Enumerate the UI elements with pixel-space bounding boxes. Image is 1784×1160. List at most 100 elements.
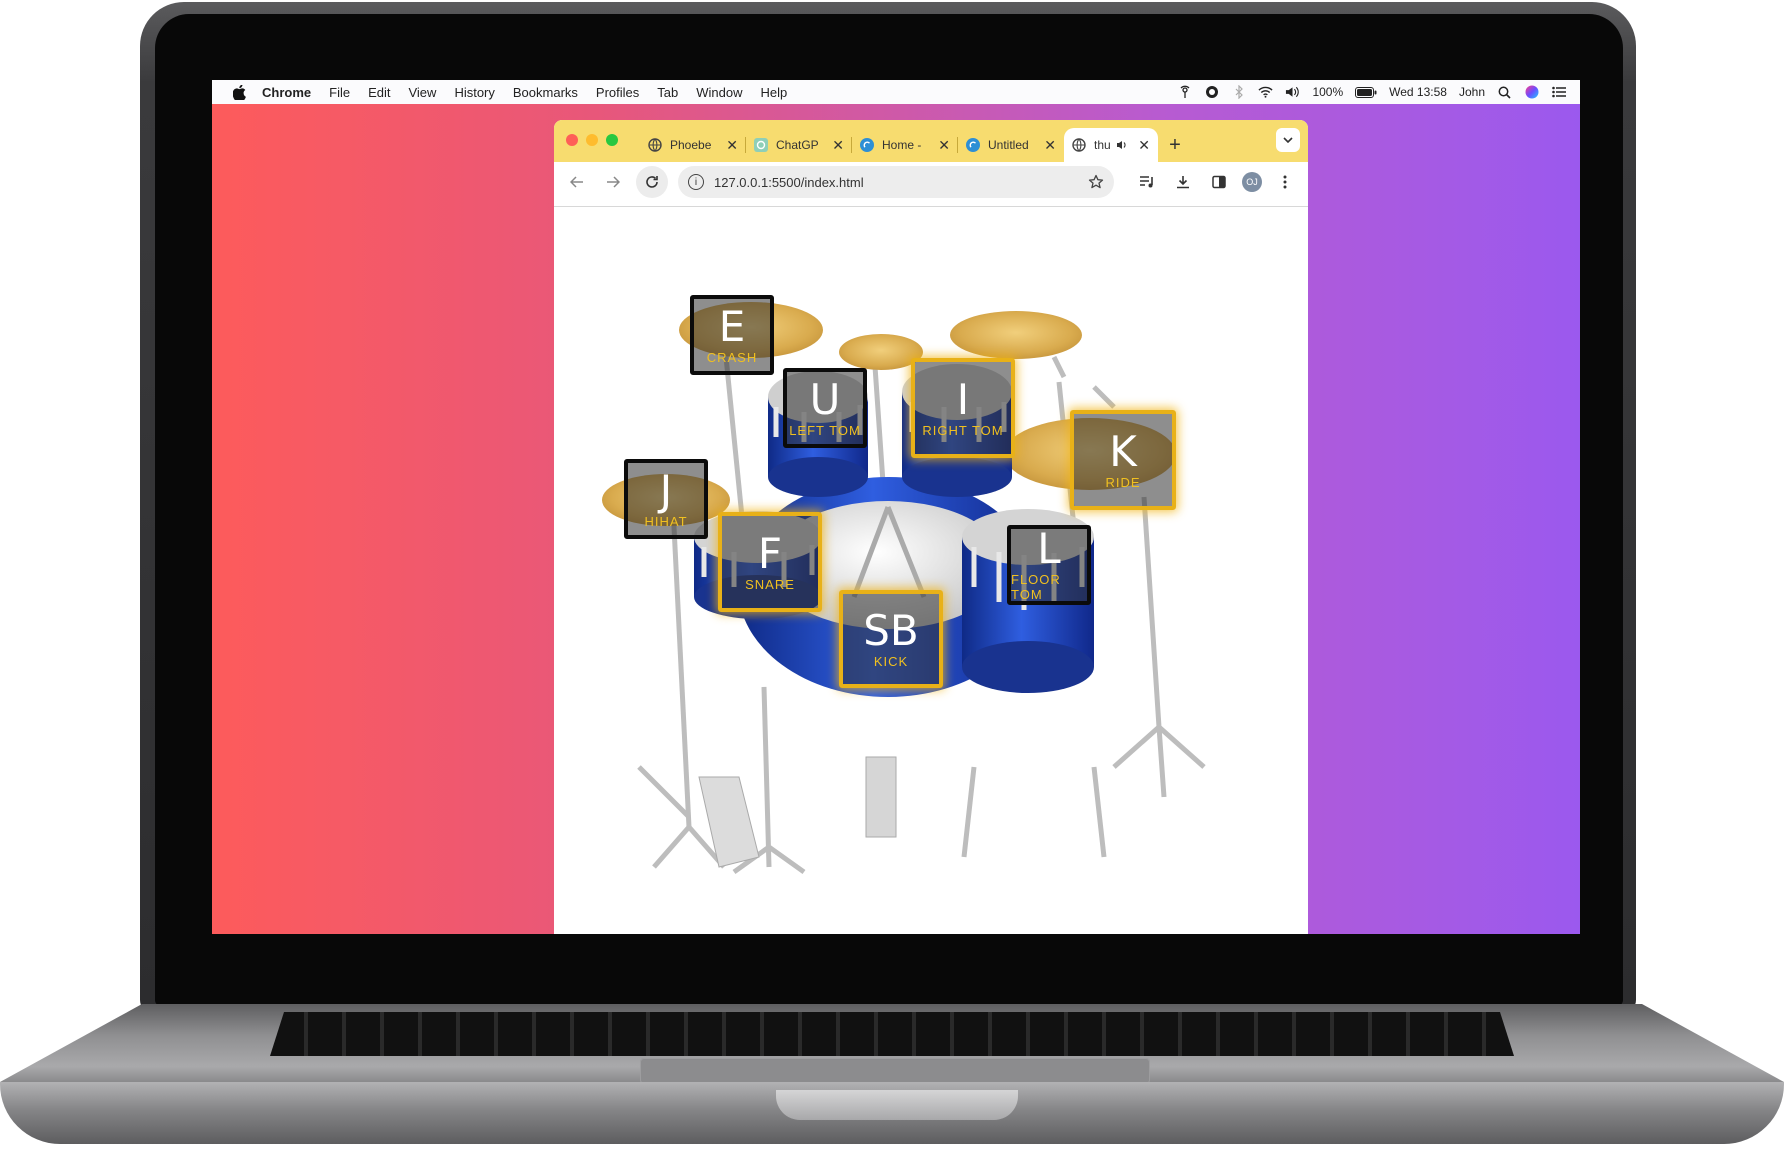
pad-label: RIGHT TOM [922,422,1004,438]
tab-search-chevron-icon[interactable] [1276,128,1300,152]
wifi-icon[interactable] [1258,85,1273,99]
pad-crash[interactable]: E CRASH [690,295,774,375]
tab-phoebe[interactable]: Phoebe ✕ [640,128,746,162]
laptop-trackpad [640,1058,1150,1084]
close-window-button[interactable] [566,134,578,146]
browser-toolbar: i 127.0.0.1:5500/index.html OJ [554,162,1308,202]
menubar-user[interactable]: John [1459,85,1485,99]
pad-snare[interactable]: F SNARE [718,512,822,612]
pad-key: I [956,374,970,424]
side-panel-icon[interactable] [1206,169,1232,195]
menu-help[interactable]: Help [761,85,788,100]
canva-icon [966,138,980,152]
tab-title: thu [1094,138,1111,152]
drum-kit-illustration [602,302,1206,875]
pad-right-tom[interactable]: I RIGHT TOM [911,358,1015,458]
profile-avatar[interactable]: OJ [1242,172,1262,192]
menu-window[interactable]: Window [696,85,742,100]
tab-title: Home - [882,138,922,152]
back-arrow-icon[interactable] [564,169,590,195]
pad-ride[interactable]: K RIDE [1070,410,1176,510]
tab-close-icon[interactable]: ✕ [1044,137,1056,154]
desktop-screen: Chrome File Edit View History Bookmarks … [212,80,1580,934]
tab-chatgpt[interactable]: ChatGP ✕ [746,128,852,162]
site-info-icon[interactable]: i [688,174,704,190]
forward-arrow-icon[interactable] [600,169,626,195]
chatgpt-icon [754,138,768,152]
spotlight-search-icon[interactable] [1497,85,1512,99]
menu-file[interactable]: File [329,85,350,100]
chrome-window: Phoebe ✕ ChatGP ✕ Home - ✕ Untitled ✕ th… [554,120,1308,934]
address-bar[interactable]: i 127.0.0.1:5500/index.html [678,166,1114,198]
tab-title: Untitled [988,138,1029,152]
tab-canva-untitled[interactable]: Untitled ✕ [958,128,1064,162]
pad-label: LEFT TOM [789,422,861,438]
more-menu-icon[interactable] [1272,169,1298,195]
tab-close-icon[interactable]: ✕ [832,137,844,154]
pad-kick[interactable]: SB KICK [839,590,943,688]
address-url[interactable]: 127.0.0.1:5500/index.html [714,175,1088,190]
menu-view[interactable]: View [408,85,436,100]
pad-label: HIHAT [644,513,688,529]
minimize-window-button[interactable] [586,134,598,146]
airdrop-icon[interactable] [1177,85,1192,99]
pad-label: RIDE [1105,474,1141,490]
globe-icon [1072,138,1086,152]
menu-tab[interactable]: Tab [657,85,678,100]
pad-left-tom[interactable]: U LEFT TOM [783,368,867,448]
pad-floor-tom[interactable]: L FLOOR TOM [1007,525,1091,605]
new-tab-button[interactable]: + [1158,128,1192,162]
drum-kit-page: E CRASH U LEFT TOM I RIGHT TOM K RIDE J … [554,207,1308,897]
pad-key: J [659,465,673,515]
window-controls [566,134,618,146]
pad-key: L [1037,524,1061,573]
tab-close-icon[interactable]: ✕ [938,137,950,154]
volume-icon[interactable] [1285,85,1300,99]
pad-hihat[interactable]: J HIHAT [624,459,708,539]
pad-key: F [757,528,783,578]
pad-label: SNARE [745,576,795,592]
laptop-notch [776,1090,1018,1120]
pad-key: K [1109,426,1137,476]
laptop-keyboard [270,1012,1514,1056]
pad-label: FLOOR TOM [1011,572,1061,602]
mac-menubar: Chrome File Edit View History Bookmarks … [212,80,1580,104]
bookmark-star-icon[interactable] [1088,174,1104,190]
reload-icon[interactable] [636,166,668,198]
status-area: 100% Wed 13:58 John [1177,85,1580,99]
media-controls-icon[interactable] [1134,169,1160,195]
tab-canva-home[interactable]: Home - ✕ [852,128,958,162]
vpn-icon[interactable] [1204,85,1219,99]
menu-app-name[interactable]: Chrome [262,85,311,100]
tab-title: ChatGP [776,138,819,152]
globe-icon [648,138,662,152]
tab-close-icon[interactable]: ✕ [726,137,738,154]
control-center-icon[interactable] [1551,85,1566,99]
download-icon[interactable] [1170,169,1196,195]
apple-icon[interactable] [230,84,248,100]
menu-history[interactable]: History [454,85,494,100]
kick-pedal [865,756,897,838]
tab-close-icon[interactable]: ✕ [1138,137,1150,154]
tab-list: Phoebe ✕ ChatGP ✕ Home - ✕ Untitled ✕ th… [640,128,1192,162]
menu-profiles[interactable]: Profiles [596,85,639,100]
canva-icon [860,138,874,152]
pad-label: CRASH [706,349,758,365]
pad-key: U [809,374,841,424]
siri-icon[interactable] [1524,85,1539,99]
menu-edit[interactable]: Edit [368,85,390,100]
tab-drum-kit-active[interactable]: thu ✕ [1064,128,1158,162]
battery-percentage: 100% [1312,85,1344,99]
battery-icon[interactable] [1355,85,1377,99]
pad-key: E [718,301,746,351]
bluetooth-icon[interactable] [1231,85,1246,99]
tab-title: Phoebe [670,138,712,152]
menu-bookmarks[interactable]: Bookmarks [513,85,578,100]
pad-label: KICK [873,653,909,669]
china-cymbal [950,311,1082,359]
tab-audio-icon[interactable] [1116,140,1128,150]
menubar-clock[interactable]: Wed 13:58 [1389,85,1447,99]
maximize-window-button[interactable] [606,134,618,146]
pad-key: SB [863,605,919,655]
hihat-pedal [698,776,760,868]
